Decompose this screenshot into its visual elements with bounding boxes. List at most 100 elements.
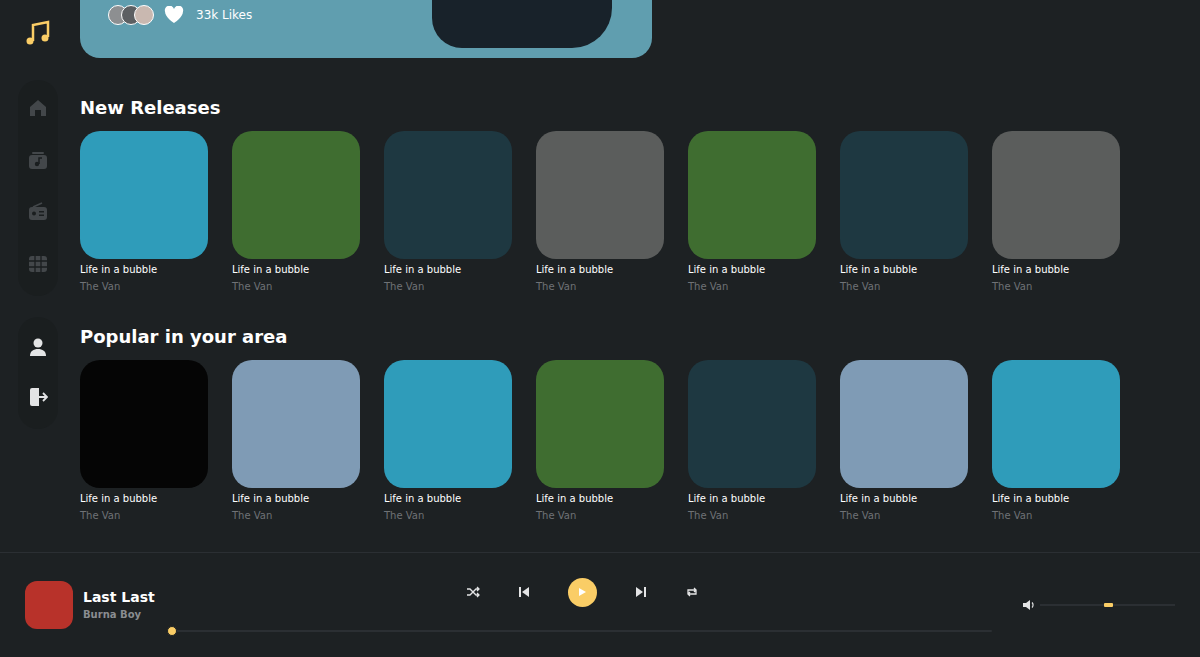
heart-icon[interactable] (164, 6, 184, 24)
main-content: 33k Likes New Releases Life in a bubble The… (80, 0, 1200, 552)
album-title: Life in a bubble (992, 492, 1120, 506)
play-icon (577, 587, 587, 597)
album-title: Life in a bubble (840, 492, 968, 506)
album-artist: The Van (992, 280, 1120, 294)
repeat-icon[interactable] (685, 586, 699, 598)
album-card[interactable]: Life in a bubble The Van (688, 131, 816, 294)
album-card[interactable]: Life in a bubble The Van (536, 360, 664, 523)
nav-item-home[interactable] (28, 98, 48, 118)
album-card[interactable]: Life in a bubble The Van (688, 360, 816, 523)
album-artist: The Van (536, 509, 664, 523)
videos-icon (28, 254, 48, 274)
album-title: Life in a bubble (232, 492, 360, 506)
album-cover (384, 360, 512, 488)
album-title: Life in a bubble (80, 263, 208, 277)
volume-icon[interactable] (1022, 599, 1035, 611)
album-cover (992, 131, 1120, 259)
album-artist: The Van (232, 280, 360, 294)
album-title: Life in a bubble (536, 263, 664, 277)
radio-icon (28, 202, 48, 222)
album-title: Life in a bubble (688, 492, 816, 506)
section-title: New Releases (80, 98, 1200, 118)
track-cover (25, 581, 73, 629)
album-cover (840, 131, 968, 259)
album-card[interactable]: Life in a bubbleThe Van (384, 131, 512, 294)
track-artist: Burna Boy (83, 608, 155, 622)
nav-item-radio[interactable] (28, 202, 48, 222)
album-title: Life in a bubble (384, 263, 512, 277)
album-title: Life in a bubble (80, 492, 208, 506)
album-cover (384, 131, 512, 259)
nav-item-library[interactable] (28, 150, 48, 170)
album-artist: The Van (80, 280, 208, 294)
album-card[interactable]: Life in a bubble The Van (840, 131, 968, 294)
album-cover (840, 360, 968, 488)
album-card[interactable]: Life in a bubbleThe Van (232, 131, 360, 294)
progress-handle[interactable] (167, 626, 177, 636)
album-title: Life in a bubble (992, 263, 1120, 277)
nav-item-logout[interactable] (28, 387, 48, 407)
album-artist: The Van (80, 509, 208, 523)
volume-slider[interactable] (1040, 604, 1175, 606)
album-artist: The Van (384, 509, 512, 523)
album-title: Life in a bubble (536, 492, 664, 506)
album-artist: The Van (536, 280, 664, 294)
shuffle-icon[interactable] (466, 586, 480, 598)
nav-group (18, 80, 58, 296)
album-cover (232, 360, 360, 488)
album-title: Life in a bubble (840, 263, 968, 277)
album-section: Popular in your area Life in a bubble The … (80, 327, 1200, 523)
album-cover (80, 131, 208, 259)
album-cover (688, 131, 816, 259)
player-bar: Last Last Burna Boy (0, 552, 1200, 656)
avatar (134, 5, 154, 25)
account-group (18, 317, 58, 429)
album-card[interactable]: Life in a bubble The Van (992, 360, 1120, 523)
album-cover (536, 131, 664, 259)
track-title: Last Last (83, 588, 155, 606)
hero-banner[interactable]: 33k Likes (80, 0, 652, 58)
listener-avatars (108, 5, 154, 25)
volume-handle[interactable] (1104, 603, 1113, 607)
playback-controls (466, 578, 699, 607)
album-artist: The Van (688, 509, 816, 523)
album-cover (80, 360, 208, 488)
music-note-logo-icon[interactable] (24, 19, 52, 47)
album-cover (992, 360, 1120, 488)
next-icon[interactable] (635, 586, 647, 598)
album-card[interactable]: Life in a bubble The Van (992, 131, 1120, 294)
album-artist: The Van (840, 509, 968, 523)
album-card[interactable]: Life in a bubble The Van (536, 131, 664, 294)
album-cover (688, 360, 816, 488)
home-icon (28, 98, 48, 118)
album-cover (536, 360, 664, 488)
album-card[interactable]: Life in a bubble The Van (80, 131, 208, 294)
album-artist: The Van (840, 280, 968, 294)
likes-count: 33k Likes (196, 8, 252, 22)
album-card[interactable]: Life in a bubble The Van (232, 360, 360, 523)
logout-icon (28, 387, 48, 407)
album-cover (232, 131, 360, 259)
album-card[interactable]: Life in a bubble The Van (80, 360, 208, 523)
volume-control (1022, 599, 1175, 611)
nav-item-profile[interactable] (28, 337, 48, 357)
music-library-icon (28, 150, 48, 170)
sidebar (18, 0, 58, 552)
album-section: New Releases Life in a bubble The Van Life … (80, 98, 1200, 294)
previous-icon[interactable] (518, 586, 530, 598)
album-card[interactable]: Life in a bubble The Van (840, 360, 968, 523)
nav-item-videos[interactable] (28, 254, 48, 274)
progress-bar[interactable] (172, 630, 992, 632)
artist-photo (432, 0, 612, 48)
album-artist: The Van (232, 509, 360, 523)
album-title: Life in a bubble (688, 263, 816, 277)
profile-icon (28, 337, 48, 357)
album-title: Life in a bubble (384, 492, 512, 506)
album-card[interactable]: Life in a bubble The Van (384, 360, 512, 523)
now-playing: Last Last Burna Boy (25, 581, 172, 629)
play-button[interactable] (568, 578, 597, 607)
album-artist: The Van (992, 509, 1120, 523)
album-artist: The Van (688, 280, 816, 294)
music-app: 33k Likes New Releases Life in a bubble The… (0, 0, 1200, 657)
section-title: Popular in your area (80, 327, 1200, 347)
